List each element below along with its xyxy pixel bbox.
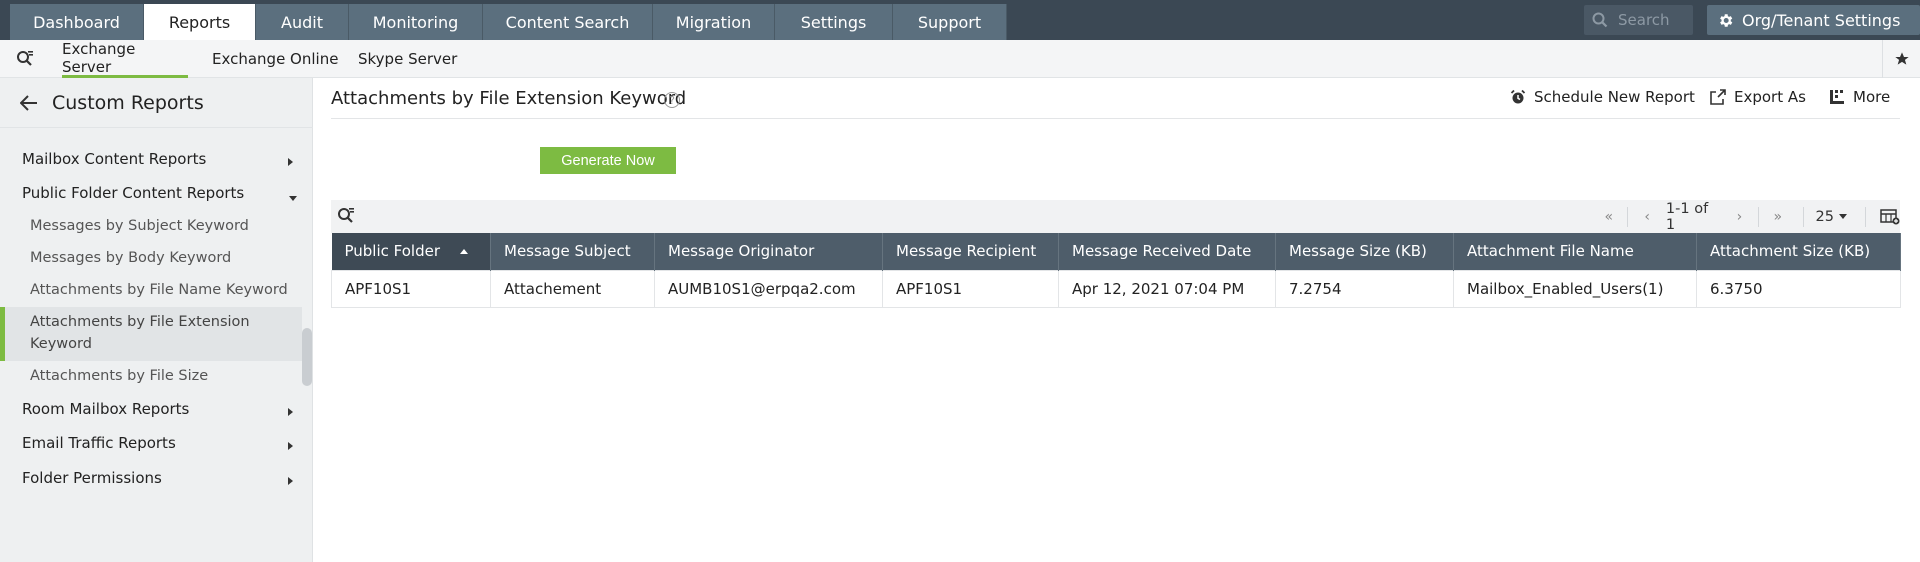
last-page-icon[interactable]: » bbox=[1767, 206, 1788, 228]
top-navigation-bar: Dashboard Reports Audit Monitoring Conte… bbox=[0, 0, 1920, 40]
table-cell: 6.3750 bbox=[1696, 269, 1901, 308]
generate-now-button[interactable]: Generate Now bbox=[540, 147, 676, 174]
grid-toolbar: « ‹ 1-1 of 1 › » 25 bbox=[331, 200, 1900, 233]
chevron-down-icon bbox=[1839, 214, 1847, 219]
org-tenant-settings-button[interactable]: Org/Tenant Settings bbox=[1707, 5, 1920, 35]
sidebar: Custom Reports Mailbox Content Reports P… bbox=[0, 78, 313, 562]
org-tenant-settings-label: Org/Tenant Settings bbox=[1742, 10, 1901, 30]
table-cell: APF10S1 bbox=[331, 269, 491, 308]
column-chooser-icon[interactable] bbox=[1880, 208, 1900, 225]
sidebar-subitem-attachments-by-file-name-keyword[interactable]: Attachments by File Name Keyword bbox=[30, 279, 288, 301]
sub-navigation-bar: Exchange Server Exchange Online Skype Se… bbox=[0, 40, 1920, 78]
report-table: Public Folder Message Subject Message Or… bbox=[331, 233, 1901, 308]
sidebar-item-folder-permissions[interactable]: Folder Permissions bbox=[22, 469, 162, 487]
page-size-value: 25 bbox=[1815, 208, 1834, 225]
sidebar-subitem-attachments-by-file-extension-keyword[interactable]: Attachments by File Extension Keyword bbox=[30, 311, 270, 355]
page-range: 1-1 of 1 bbox=[1665, 200, 1709, 233]
sidebar-scrollbar[interactable] bbox=[302, 328, 312, 386]
sidebar-item-mailbox-content-reports[interactable]: Mailbox Content Reports bbox=[22, 150, 206, 168]
pagination: « ‹ 1-1 of 1 › » 25 bbox=[1598, 200, 1900, 233]
sidebar-item-room-mailbox-reports[interactable]: Room Mailbox Reports bbox=[22, 400, 189, 418]
chevron-right-icon bbox=[288, 158, 293, 166]
search-icon bbox=[1592, 12, 1608, 28]
next-page-icon[interactable]: › bbox=[1729, 206, 1750, 228]
subtab-exchange-online[interactable]: Exchange Online bbox=[212, 40, 338, 78]
tab-migration[interactable]: Migration bbox=[653, 4, 775, 40]
tab-monitoring[interactable]: Monitoring bbox=[349, 4, 483, 40]
divider bbox=[1627, 206, 1629, 227]
gear-icon bbox=[1720, 13, 1733, 27]
chevron-right-icon bbox=[288, 477, 293, 485]
more-label: More bbox=[1853, 88, 1891, 106]
table-row[interactable]: APF10S1 Attachement AUMB10S1@erpqa2.com … bbox=[331, 269, 1901, 308]
alarm-clock-icon bbox=[1510, 89, 1526, 104]
tab-content-search[interactable]: Content Search bbox=[483, 4, 653, 40]
column-header-message-recipient[interactable]: Message Recipient bbox=[882, 233, 1059, 270]
export-as-label: Export As bbox=[1734, 88, 1806, 106]
sidebar-header: Custom Reports bbox=[0, 78, 313, 128]
sidebar-item-email-traffic-reports[interactable]: Email Traffic Reports bbox=[22, 434, 176, 452]
divider bbox=[331, 118, 1900, 119]
search-placeholder: Search bbox=[1618, 11, 1670, 29]
global-search-input[interactable]: Search bbox=[1584, 5, 1693, 35]
table-header-row: Public Folder Message Subject Message Or… bbox=[331, 233, 1901, 270]
favorite-star-icon[interactable] bbox=[1882, 40, 1920, 78]
schedule-new-report-button[interactable]: Schedule New Report bbox=[1510, 88, 1695, 106]
divider bbox=[1758, 206, 1760, 227]
previous-page-icon[interactable]: ‹ bbox=[1636, 206, 1657, 228]
column-header-attachment-file-name[interactable]: Attachment File Name bbox=[1453, 233, 1697, 270]
export-as-button[interactable]: Export As bbox=[1710, 88, 1806, 106]
subtab-exchange-server[interactable]: Exchange Server bbox=[62, 40, 188, 78]
table-cell: AUMB10S1@erpqa2.com bbox=[654, 269, 883, 308]
more-grid-icon bbox=[1830, 90, 1844, 104]
sidebar-subitem-attachments-by-file-size[interactable]: Attachments by File Size bbox=[30, 365, 208, 387]
more-button[interactable]: More bbox=[1829, 88, 1890, 106]
tab-reports[interactable]: Reports bbox=[144, 4, 256, 40]
column-header-message-originator[interactable]: Message Originator bbox=[654, 233, 883, 270]
sidebar-item-public-folder-content-reports[interactable]: Public Folder Content Reports bbox=[22, 184, 244, 202]
divider bbox=[1865, 206, 1866, 227]
back-arrow-icon[interactable] bbox=[20, 94, 38, 111]
table-cell: Apr 12, 2021 07:04 PM bbox=[1058, 269, 1276, 308]
sidebar-subitem-messages-by-body-keyword[interactable]: Messages by Body Keyword bbox=[30, 247, 231, 269]
page-size-select[interactable]: 25 bbox=[1816, 209, 1847, 225]
export-icon bbox=[1710, 89, 1726, 105]
column-header-message-received-date[interactable]: Message Received Date bbox=[1058, 233, 1276, 270]
column-header-attachment-size[interactable]: Attachment Size (KB) bbox=[1696, 233, 1901, 270]
column-header-public-folder[interactable]: Public Folder bbox=[331, 233, 491, 270]
sort-ascending-icon bbox=[460, 249, 469, 255]
help-icon[interactable]: ? bbox=[664, 92, 680, 108]
table-cell: Mailbox_Enabled_Users(1) bbox=[1453, 269, 1697, 308]
subtab-skype-server[interactable]: Skype Server bbox=[358, 40, 457, 78]
sidebar-subitem-messages-by-subject-keyword[interactable]: Messages by Subject Keyword bbox=[30, 215, 249, 237]
column-header-message-size[interactable]: Message Size (KB) bbox=[1275, 233, 1454, 270]
sidebar-title: Custom Reports bbox=[52, 91, 204, 114]
first-page-icon[interactable]: « bbox=[1598, 206, 1619, 228]
chevron-down-icon bbox=[289, 196, 297, 201]
divider bbox=[1802, 206, 1804, 227]
tab-settings[interactable]: Settings bbox=[775, 4, 893, 40]
page-title: Attachments by File Extension Keyword bbox=[331, 88, 687, 109]
main-tabs: Dashboard Reports Audit Monitoring Conte… bbox=[10, 4, 1007, 40]
schedule-new-report-label: Schedule New Report bbox=[1534, 88, 1695, 106]
chevron-right-icon bbox=[288, 442, 293, 450]
column-header-message-subject[interactable]: Message Subject bbox=[490, 233, 655, 270]
table-cell: APF10S1 bbox=[882, 269, 1059, 308]
table-cell: 7.2754 bbox=[1275, 269, 1454, 308]
table-cell: Attachement bbox=[490, 269, 655, 308]
chevron-right-icon bbox=[288, 408, 293, 416]
grid-search-icon[interactable] bbox=[337, 207, 355, 229]
tab-dashboard[interactable]: Dashboard bbox=[10, 4, 144, 40]
column-header-label: Public Folder bbox=[344, 242, 441, 261]
tab-audit[interactable]: Audit bbox=[256, 4, 349, 40]
subnav-search-icon[interactable] bbox=[16, 50, 34, 72]
tab-support[interactable]: Support bbox=[893, 4, 1007, 40]
